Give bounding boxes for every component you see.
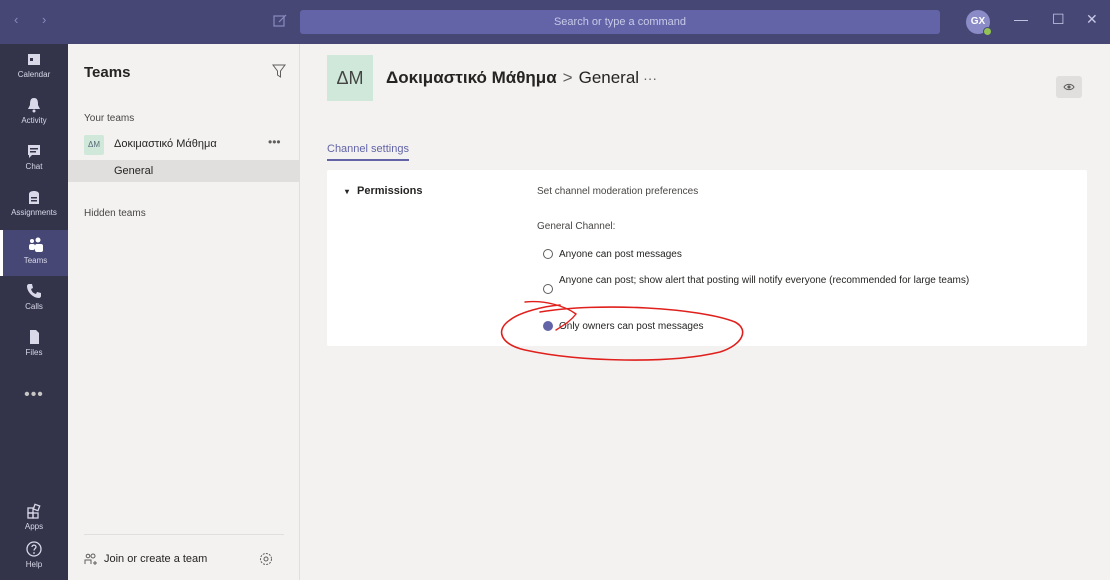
- avatar[interactable]: GX: [966, 10, 992, 36]
- phone-icon: [27, 284, 41, 298]
- team-avatar: ΔΜ: [84, 135, 104, 155]
- nav-arrows[interactable]: ‹ ›: [14, 12, 56, 27]
- channel-name: General: [114, 165, 154, 177]
- channel-item-general[interactable]: General: [68, 160, 300, 182]
- rail-item-chat[interactable]: Chat: [0, 136, 68, 182]
- title-bar: ‹ › Search or type a command GX — ☐ ✕: [0, 0, 1110, 44]
- radio-button-selected[interactable]: [543, 321, 553, 331]
- channel-more-options-button[interactable]: ···: [643, 70, 657, 86]
- rail-label: Activity: [21, 116, 47, 125]
- rail-item-teams[interactable]: Teams: [0, 230, 68, 276]
- rail-item-files[interactable]: Files: [0, 322, 68, 368]
- option-label: Anyone can post; show alert that posting…: [559, 275, 970, 286]
- permissions-card: ▾ Permissions Set channel moderation pref…: [327, 170, 1087, 346]
- permissions-description: Set channel moderation preferences: [537, 186, 699, 197]
- option-label: Only owners can post messages: [559, 321, 704, 332]
- minimize-button[interactable]: —: [1014, 11, 1028, 27]
- rail-label: Help: [25, 560, 43, 569]
- presence-status-icon: [983, 27, 992, 36]
- rail-label: Files: [25, 348, 43, 357]
- channel-avatar: ΔΜ: [327, 55, 373, 101]
- rail-label: Apps: [24, 522, 44, 531]
- teams-panel: Teams Your teams ΔΜ Δοκιμαστικό Μάθημα •…: [68, 44, 300, 580]
- assignments-icon: [29, 191, 39, 204]
- team-name: Δοκιμαστικό Μάθημα: [114, 138, 217, 150]
- teams-icon: [28, 237, 43, 252]
- avatar-initials: GX: [970, 16, 986, 27]
- compose-icon[interactable]: [272, 13, 288, 29]
- permissions-title: Permissions: [357, 185, 423, 197]
- rail-label: Calls: [25, 302, 43, 311]
- permissions-toggle[interactable]: ▾ Permissions: [345, 185, 422, 197]
- bell-icon: [28, 98, 40, 113]
- team-item[interactable]: ΔΜ Δοκιμαστικό Μάθημα •••: [68, 132, 300, 158]
- breadcrumb-team[interactable]: Δοκιμαστικό Μάθημα: [386, 68, 557, 87]
- join-or-create-team-button[interactable]: Join or create a team: [84, 550, 284, 568]
- maximize-button[interactable]: ☐: [1052, 11, 1065, 28]
- panel-title: Teams: [84, 64, 131, 81]
- divider: [84, 534, 284, 535]
- main-content: ΔΜ Δοκιμαστικό Μάθημα > General ··· Channel…: [300, 44, 1110, 580]
- rail-item-calls[interactable]: Calls: [0, 276, 68, 322]
- breadcrumb: Δοκιμαστικό Μάθημα > General ···: [386, 68, 657, 88]
- help-icon: [26, 541, 42, 557]
- eye-icon: [1063, 83, 1075, 91]
- apps-icon: [27, 503, 41, 519]
- team-more-options-button[interactable]: •••: [268, 135, 281, 149]
- rail-item-help[interactable]: Help: [0, 534, 68, 580]
- option-label: Anyone can post messages: [559, 249, 682, 260]
- radio-button[interactable]: [543, 249, 553, 259]
- file-icon: [30, 330, 39, 344]
- join-team-icon: [84, 553, 97, 565]
- general-channel-label: General Channel:: [537, 221, 616, 232]
- app-rail: Calendar Activity Chat Assignments Teams…: [0, 44, 68, 580]
- chat-icon: [28, 145, 40, 158]
- your-teams-label: Your teams: [84, 113, 135, 124]
- rail-label: Assignments: [11, 208, 57, 217]
- rail-item-assignments[interactable]: Assignments: [0, 182, 68, 228]
- tab-channel-settings[interactable]: Channel settings: [327, 143, 409, 161]
- close-button[interactable]: ✕: [1086, 11, 1098, 28]
- rail-label: Calendar: [17, 70, 51, 79]
- rail-label: Chat: [25, 162, 43, 171]
- calendar-icon: [28, 54, 40, 65]
- breadcrumb-channel: General: [578, 68, 640, 87]
- rail-item-calendar[interactable]: Calendar: [0, 44, 68, 90]
- view-button[interactable]: [1056, 76, 1082, 98]
- search-input[interactable]: Search or type a command: [300, 10, 940, 34]
- filter-icon[interactable]: [272, 64, 286, 78]
- more-apps-button[interactable]: •••: [0, 386, 68, 404]
- breadcrumb-separator: >: [562, 68, 573, 87]
- chevron-down-icon: ▾: [345, 187, 350, 196]
- rail-item-activity[interactable]: Activity: [0, 90, 68, 136]
- hidden-teams-label[interactable]: Hidden teams: [84, 208, 146, 219]
- radio-button[interactable]: [543, 284, 553, 294]
- rail-label: Teams: [23, 256, 48, 265]
- join-label: Join or create a team: [104, 553, 208, 565]
- gear-icon[interactable]: [258, 551, 274, 567]
